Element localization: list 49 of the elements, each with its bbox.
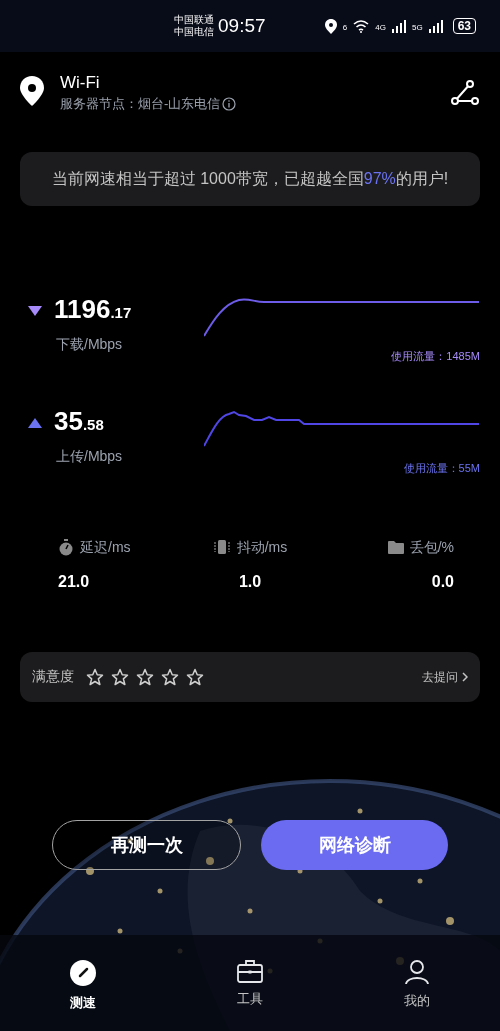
- speed-unit: 上传/Mbps: [56, 447, 124, 466]
- chevron-right-icon: [462, 671, 468, 682]
- speedometer-icon: [69, 959, 98, 987]
- network-title: Wi-Fi: [60, 72, 101, 94]
- speed-value: 35.58: [54, 406, 104, 438]
- diagnose-button[interactable]: 网络诊断: [261, 820, 448, 870]
- location-icon: [20, 76, 44, 106]
- star-icon[interactable]: [111, 667, 129, 686]
- metric-label: 延迟/ms: [80, 537, 131, 557]
- vibration-icon: [212, 539, 231, 555]
- wifi-generation-label: 6: [342, 22, 348, 34]
- metric-label: 丢包/%: [409, 537, 454, 557]
- star-icon[interactable]: [86, 667, 104, 686]
- folder-icon: [387, 540, 404, 554]
- speed-banner: 当前网速相当于超过 1000带宽，已超越全国97%的用户!: [20, 151, 480, 206]
- signal-icon: [391, 19, 406, 33]
- network-label: 5G: [411, 22, 423, 34]
- share-icon[interactable]: [450, 80, 480, 106]
- battery-indicator: 63: [452, 18, 476, 34]
- metric-value: 1.0: [238, 571, 262, 592]
- network-label: 4G: [375, 22, 386, 34]
- tab-item[interactable]: 测速: [0, 959, 167, 1031]
- star-icon[interactable]: [136, 667, 154, 686]
- speed-unit: 下载/Mbps: [56, 334, 124, 354]
- clock: 09:57: [218, 13, 266, 38]
- retest-button[interactable]: 再测一次: [52, 820, 241, 870]
- server-label: 服务器节点：: [60, 95, 138, 113]
- signal-icon: [428, 19, 443, 33]
- tab-item[interactable]: 我的: [333, 959, 500, 1031]
- server-name: 烟台-山东电信: [138, 95, 221, 113]
- wifi-icon: [353, 19, 370, 33]
- metric-label: 抖动/ms: [236, 537, 288, 557]
- metric-value: 0.0: [431, 571, 454, 592]
- star-icon[interactable]: [186, 667, 204, 686]
- person-icon: [403, 959, 430, 985]
- location-icon: [324, 18, 337, 34]
- carrier-name: 中国电信: [174, 26, 214, 38]
- tab-item[interactable]: 工具: [166, 959, 334, 1031]
- speed-value: 1196.17: [54, 293, 132, 326]
- ask-link[interactable]: 去提问: [422, 667, 468, 686]
- briefcase-icon: [237, 959, 263, 983]
- data-usage: 使用流量：55M: [403, 461, 480, 476]
- info-icon[interactable]: [222, 96, 237, 111]
- star-icon[interactable]: [161, 667, 179, 686]
- stopwatch-icon: [58, 538, 74, 556]
- carrier-name: 中国联通: [174, 14, 214, 26]
- metric-value: 21.0: [58, 571, 90, 592]
- data-usage: 使用流量：1485M: [391, 348, 480, 364]
- rating-label: 满意度: [32, 667, 74, 686]
